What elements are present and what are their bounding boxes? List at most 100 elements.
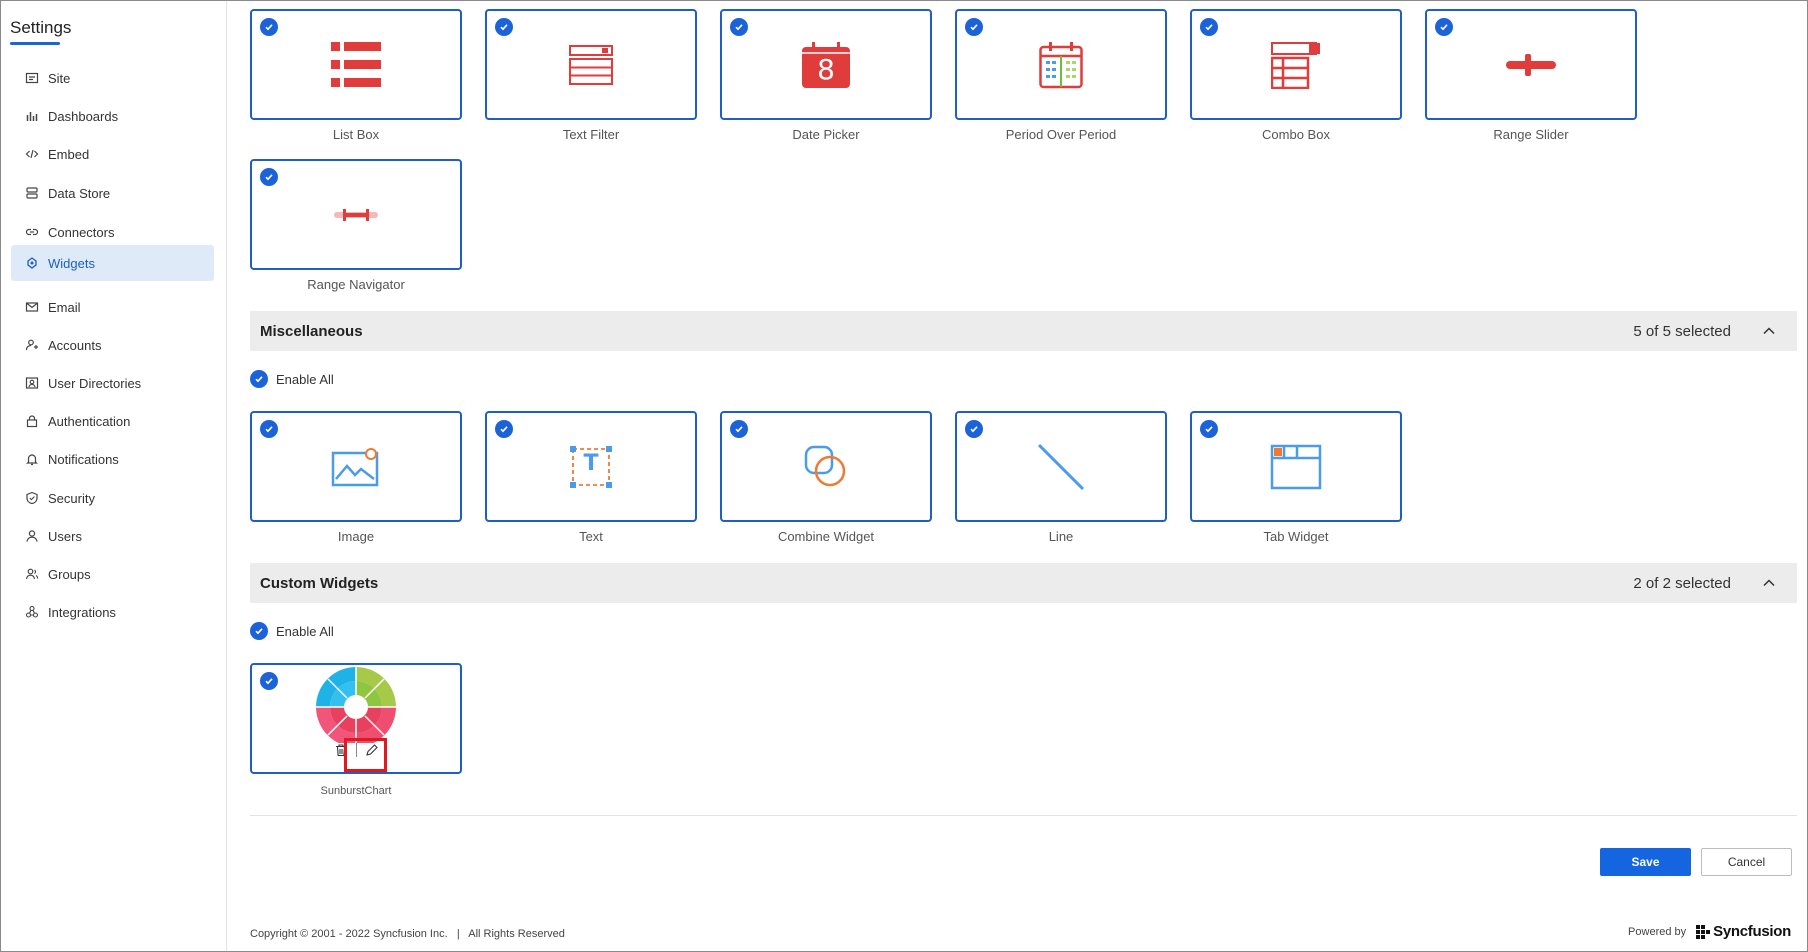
checkmark-icon: [250, 622, 268, 640]
sidebar-item-user-directories[interactable]: User Directories: [11, 365, 214, 401]
widget-card-list-box[interactable]: [250, 9, 462, 120]
combo-box-icon: [1192, 11, 1400, 118]
sidebar-item-label: Widgets: [48, 255, 95, 271]
sidebar-title-underline: [10, 42, 60, 45]
widget-card-text[interactable]: T: [485, 411, 697, 522]
selected-count: 5 of 5 selected: [1633, 322, 1731, 340]
widget-card-period-over-period[interactable]: [955, 9, 1167, 120]
widget-card-image[interactable]: [250, 411, 462, 522]
users-icon: [25, 529, 39, 543]
miscellaneous-section-header[interactable]: Miscellaneous 5 of 5 selected: [250, 311, 1797, 351]
sidebar-item-label: Authentication: [48, 413, 131, 429]
sidebar-item-security[interactable]: Security: [11, 480, 214, 516]
widget-card-combo-box[interactable]: [1190, 9, 1402, 120]
date-picker-icon: 8: [722, 11, 930, 118]
sidebar-item-widgets[interactable]: Widgets: [11, 245, 214, 281]
sidebar-item-label: Integrations: [48, 604, 116, 620]
connectors-icon: [25, 225, 39, 239]
sidebar-item-label: Embed: [48, 146, 90, 162]
widget-card-range-slider[interactable]: [1425, 9, 1637, 120]
combine-widget-icon: [722, 413, 930, 520]
sidebar-item-label: Security: [48, 490, 95, 506]
groups-icon: [25, 567, 39, 581]
sidebar-item-label: Notifications: [48, 451, 119, 467]
sidebar-item-data-store[interactable]: Data Store: [11, 175, 214, 211]
checkmark-icon: [250, 370, 268, 388]
widget-card-text-filter[interactable]: [485, 9, 697, 120]
sidebar-item-embed[interactable]: Embed: [11, 136, 214, 172]
copyright-text: Copyright © 2001 - 2022 Syncfusion Inc. …: [250, 928, 565, 940]
integrations-icon: [25, 605, 39, 619]
settings-sidebar: Settings Site Dashboards Embed Data Stor…: [1, 1, 227, 951]
sidebar-item-label: Connectors: [48, 224, 115, 240]
widget-card-label: Combo Box: [1262, 127, 1330, 142]
email-icon: [25, 300, 39, 314]
widget-card-label: Text Filter: [562, 127, 620, 142]
widget-card-range-navigator[interactable]: [250, 159, 462, 270]
sidebar-item-groups[interactable]: Groups: [11, 556, 214, 592]
widget-card-label: Range Slider: [1493, 127, 1569, 142]
dashboards-icon: [25, 109, 39, 123]
widget-card-label: Line: [1048, 529, 1074, 544]
sidebar-title: Settings: [10, 18, 72, 37]
widget-card-label: Text: [579, 529, 603, 544]
text-glyph: T: [583, 451, 599, 476]
embed-icon: [25, 147, 39, 161]
widget-card-sunburst-chart[interactable]: [250, 663, 462, 774]
notifications-icon: [25, 452, 39, 466]
widget-card-line[interactable]: [955, 411, 1167, 522]
data-store-icon: [25, 186, 39, 200]
selected-count: 2 of 2 selected: [1633, 574, 1731, 592]
sidebar-item-users[interactable]: Users: [11, 518, 214, 554]
sidebar-item-label: Site: [48, 70, 71, 86]
widgets-icon: [25, 256, 39, 270]
cancel-button[interactable]: Cancel: [1701, 848, 1792, 876]
site-icon: [25, 71, 39, 85]
security-icon: [25, 491, 39, 505]
date-picker-day-text: 8: [817, 53, 835, 86]
powered-by-label: Powered by: [1628, 925, 1687, 938]
text-filter-icon: [487, 11, 695, 118]
brand-name: Syncfusion: [1713, 923, 1791, 940]
sidebar-item-label: Email: [48, 299, 81, 315]
custom-widgets-section-header[interactable]: Custom Widgets 2 of 2 selected: [250, 563, 1797, 603]
widget-card-label: Image: [337, 529, 375, 544]
period-over-period-icon: [957, 11, 1165, 118]
sidebar-item-authentication[interactable]: Authentication: [11, 403, 214, 439]
widget-card-date-picker[interactable]: 8: [720, 9, 932, 120]
sidebar-item-label: Dashboards: [48, 108, 119, 124]
widget-card-label: List Box: [332, 127, 380, 142]
sidebar-item-label: Accounts: [48, 337, 102, 353]
accounts-icon: [25, 338, 39, 352]
widget-card-label: Date Picker: [792, 127, 860, 142]
sidebar-item-accounts[interactable]: Accounts: [11, 327, 214, 363]
sidebar-item-label: Users: [48, 528, 82, 544]
widget-card-label: Combine Widget: [777, 529, 875, 544]
syncfusion-logo: Syncfusion: [1696, 923, 1791, 940]
sidebar-item-email[interactable]: Email: [11, 289, 214, 325]
section-title: Custom Widgets: [260, 574, 379, 592]
line-icon: [957, 413, 1165, 520]
checkmark-icon[interactable]: [260, 672, 278, 690]
sidebar-item-label: User Directories: [48, 375, 142, 391]
sidebar-item-notifications[interactable]: Notifications: [11, 441, 214, 477]
chevron-up-icon[interactable]: [1761, 575, 1777, 591]
list-box-icon: [252, 11, 460, 118]
save-button[interactable]: Save: [1600, 848, 1691, 876]
widget-card-label: Period Over Period: [1005, 127, 1117, 142]
chevron-up-icon[interactable]: [1761, 323, 1777, 339]
enable-all-checkbox[interactable]: Enable All: [250, 622, 334, 640]
enable-all-checkbox[interactable]: Enable All: [250, 370, 334, 388]
sidebar-item-dashboards[interactable]: Dashboards: [11, 98, 214, 134]
powered-by: Powered by Syncfusion: [1628, 923, 1791, 940]
enable-all-label: Enable All: [276, 623, 334, 639]
range-slider-icon: [1427, 11, 1635, 118]
sidebar-item-site[interactable]: Site: [11, 60, 214, 96]
actions-divider: [250, 815, 1797, 816]
sunburst-chart-icon: [316, 667, 396, 743]
widget-card-combine-widget[interactable]: [720, 411, 932, 522]
widget-card-tab-widget[interactable]: [1190, 411, 1402, 522]
sidebar-item-integrations[interactable]: Integrations: [11, 594, 214, 630]
tab-widget-icon: [1192, 413, 1400, 520]
range-navigator-icon: [252, 161, 460, 268]
